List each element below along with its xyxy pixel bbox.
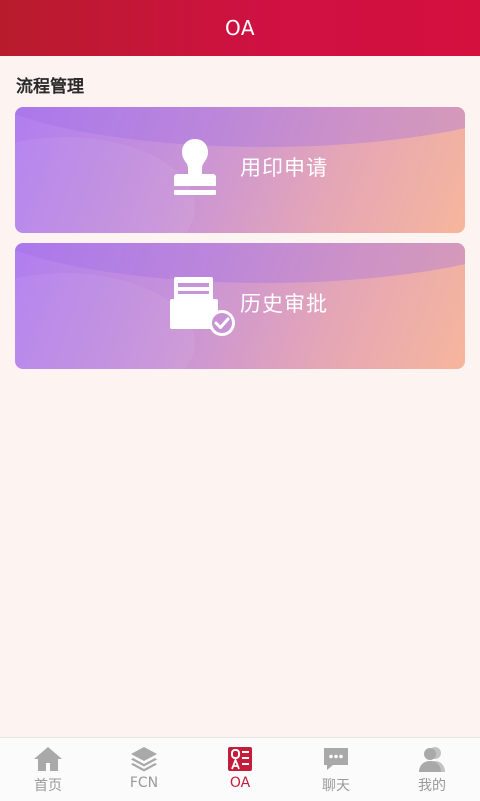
tab-me[interactable]: 我的 [384,738,480,801]
layers-icon [131,747,157,772]
page-title: OA [224,16,256,40]
chat-icon [324,748,348,770]
seal-application-card[interactable]: 用印申请 [15,107,465,233]
approval-history-icon [170,277,235,336]
approval-history-card[interactable]: 历史审批 [15,243,465,369]
approval-history-label: 历史审批 [240,292,328,316]
tab-oa[interactable]: OA [192,738,288,801]
section-title: 流程管理 [16,77,84,97]
home-icon [34,747,62,771]
user-icon [419,747,445,772]
tab-fcn-label: FCN [129,775,159,791]
app-header: OA [0,0,480,56]
seal-application-label: 用印申请 [240,156,328,180]
tab-fcn[interactable]: FCN [96,738,192,801]
stamp-icon [174,139,216,195]
tab-chat[interactable]: 聊天 [288,738,384,801]
tab-oa-label: OA [229,775,251,791]
tab-me-label: 我的 [418,778,446,794]
tab-home[interactable]: 首页 [0,738,96,801]
oa-icon [228,747,252,771]
tab-chat-label: 聊天 [322,778,350,794]
bottom-tab-bar: 首页 FCN OA 聊天 我的 [0,737,480,801]
tab-home-label: 首页 [34,778,62,794]
